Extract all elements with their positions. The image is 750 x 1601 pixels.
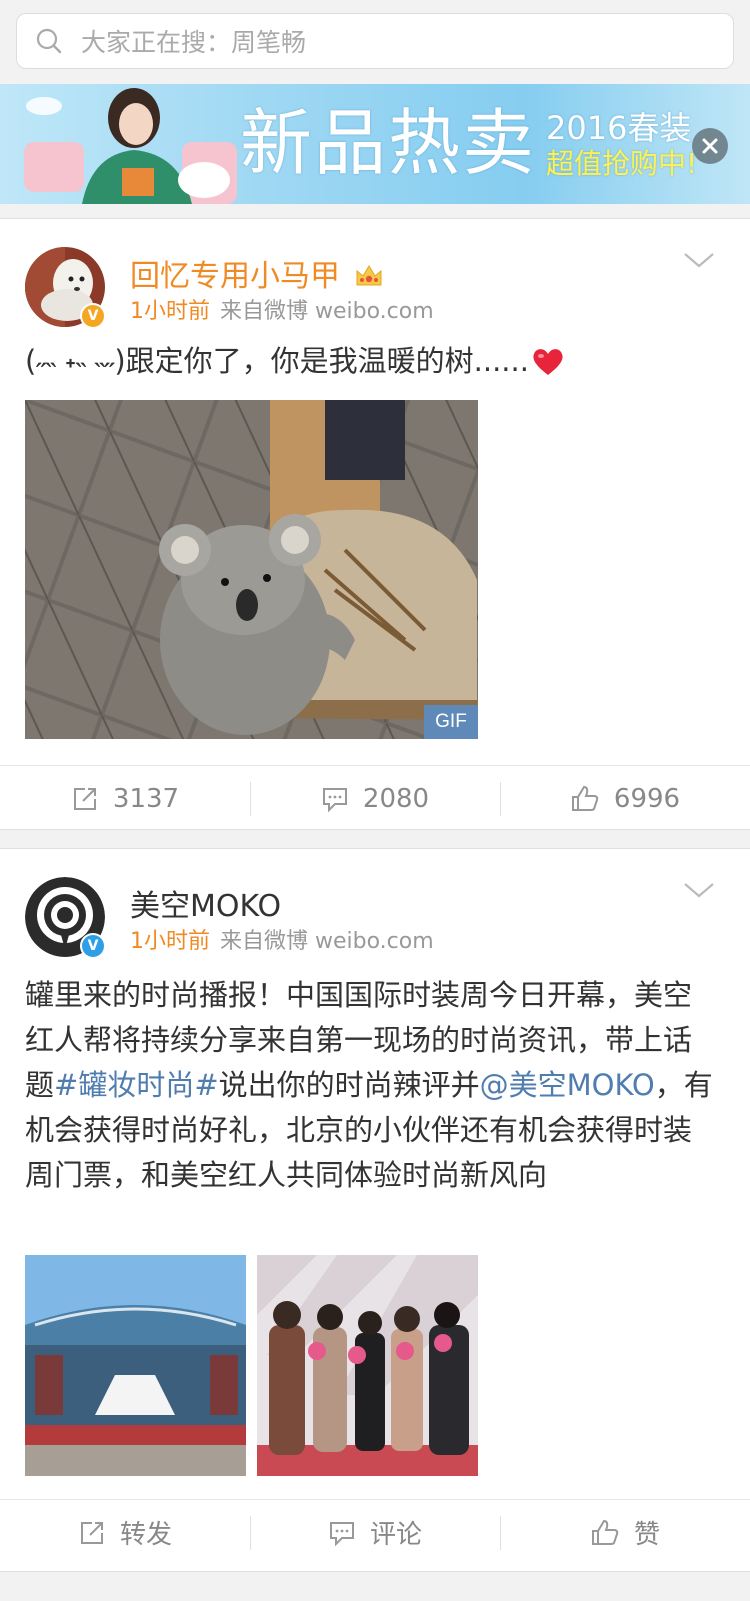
post-text: (˶˵ ˖˵ ˵˶)跟定你了，你是我温暖的树...... [25, 339, 715, 390]
chevron-down-icon[interactable] [682, 251, 716, 271]
post-meta: 1小时前 来自微博 weibo.com [130, 297, 434, 327]
banner-promo-text: 超值抢购中! [546, 147, 698, 180]
banner-title: 新品热卖 [240, 101, 537, 185]
post-text-content: (˶˵ ˖˵ ˵˶)跟定你了，你是我温暖的树...... [25, 344, 529, 378]
comment-label: 评论 [369, 1520, 422, 1550]
post-text-part: 说出你的时尚辣评并 [218, 1068, 480, 1102]
repost-icon [73, 787, 96, 810]
banner-model-image [24, 88, 237, 204]
post-image-1[interactable] [25, 1255, 246, 1476]
banner-subtitle: 2016春装 [546, 109, 692, 147]
post-time: 1小时前 [130, 929, 210, 954]
repost-button[interactable]: 转发 [0, 1500, 250, 1565]
like-button[interactable]: 赞 [500, 1500, 750, 1565]
thumbs-up-icon [571, 785, 599, 811]
feed-card: V 美空MOKO 1小时前 来自微博 weibo.com 罐里来的时尚播报！中国国… [0, 848, 750, 1572]
hashtag-link[interactable]: #罐妆时尚# [54, 1068, 219, 1102]
feed-card: V 回忆专用小马甲 1小时前 来自微博 weibo.com (˶˵ ˖˵ ˵˶)跟… [0, 218, 750, 830]
comment-icon [329, 1521, 354, 1546]
post-image-2[interactable] [257, 1255, 478, 1476]
search-placeholder: 大家正在搜：周笔畅 [81, 28, 307, 57]
verified-badge-icon: V [80, 933, 106, 959]
comment-count: 2080 [362, 783, 430, 814]
post-source: 来自微博 weibo.com [220, 299, 434, 324]
post-actions: 转发 评论 赞 [0, 1499, 750, 1565]
repost-button[interactable]: 3137 [0, 766, 250, 831]
like-label: 赞 [633, 1520, 660, 1550]
comment-button[interactable]: 评论 [250, 1500, 500, 1565]
post-username[interactable]: 回忆专用小马甲 [130, 257, 340, 297]
comment-icon [322, 787, 347, 812]
repost-icon [80, 1521, 103, 1544]
repost-label: 转发 [119, 1520, 172, 1550]
post-gif-image[interactable]: GIF [25, 400, 478, 739]
chevron-down-icon[interactable] [682, 881, 716, 901]
promo-banner[interactable]: 新品热卖 2016春装 超值抢购中! [0, 84, 750, 204]
banner-close-button[interactable] [692, 128, 728, 164]
post-time: 1小时前 [130, 299, 210, 324]
search-input[interactable]: 大家正在搜：周笔畅 [16, 13, 734, 69]
crown-icon[interactable] [354, 261, 384, 291]
repost-count: 3137 [112, 783, 180, 814]
post-username[interactable]: 美空MOKO [130, 887, 281, 927]
mention-link[interactable]: @美空MOKO [480, 1068, 655, 1102]
gif-badge: GIF [424, 705, 478, 739]
post-source: 来自微博 weibo.com [220, 929, 434, 954]
comment-button[interactable]: 2080 [250, 766, 500, 831]
verified-badge-icon: V [80, 303, 106, 329]
heart-icon [531, 345, 565, 390]
post-actions: 3137 2080 6996 [0, 765, 750, 831]
post-text: 罐里来的时尚播报！中国国际时装周今日开幕，美空红人帮将持续分享来自第一现场的时尚… [25, 973, 715, 1198]
search-icon [17, 13, 81, 69]
like-button[interactable]: 6996 [500, 766, 750, 831]
post-meta: 1小时前 来自微博 weibo.com [130, 927, 434, 957]
thumbs-up-icon [591, 1519, 619, 1545]
like-count: 6996 [613, 783, 681, 814]
search-area: 大家正在搜：周笔畅 [0, 0, 750, 82]
close-icon [702, 138, 718, 154]
